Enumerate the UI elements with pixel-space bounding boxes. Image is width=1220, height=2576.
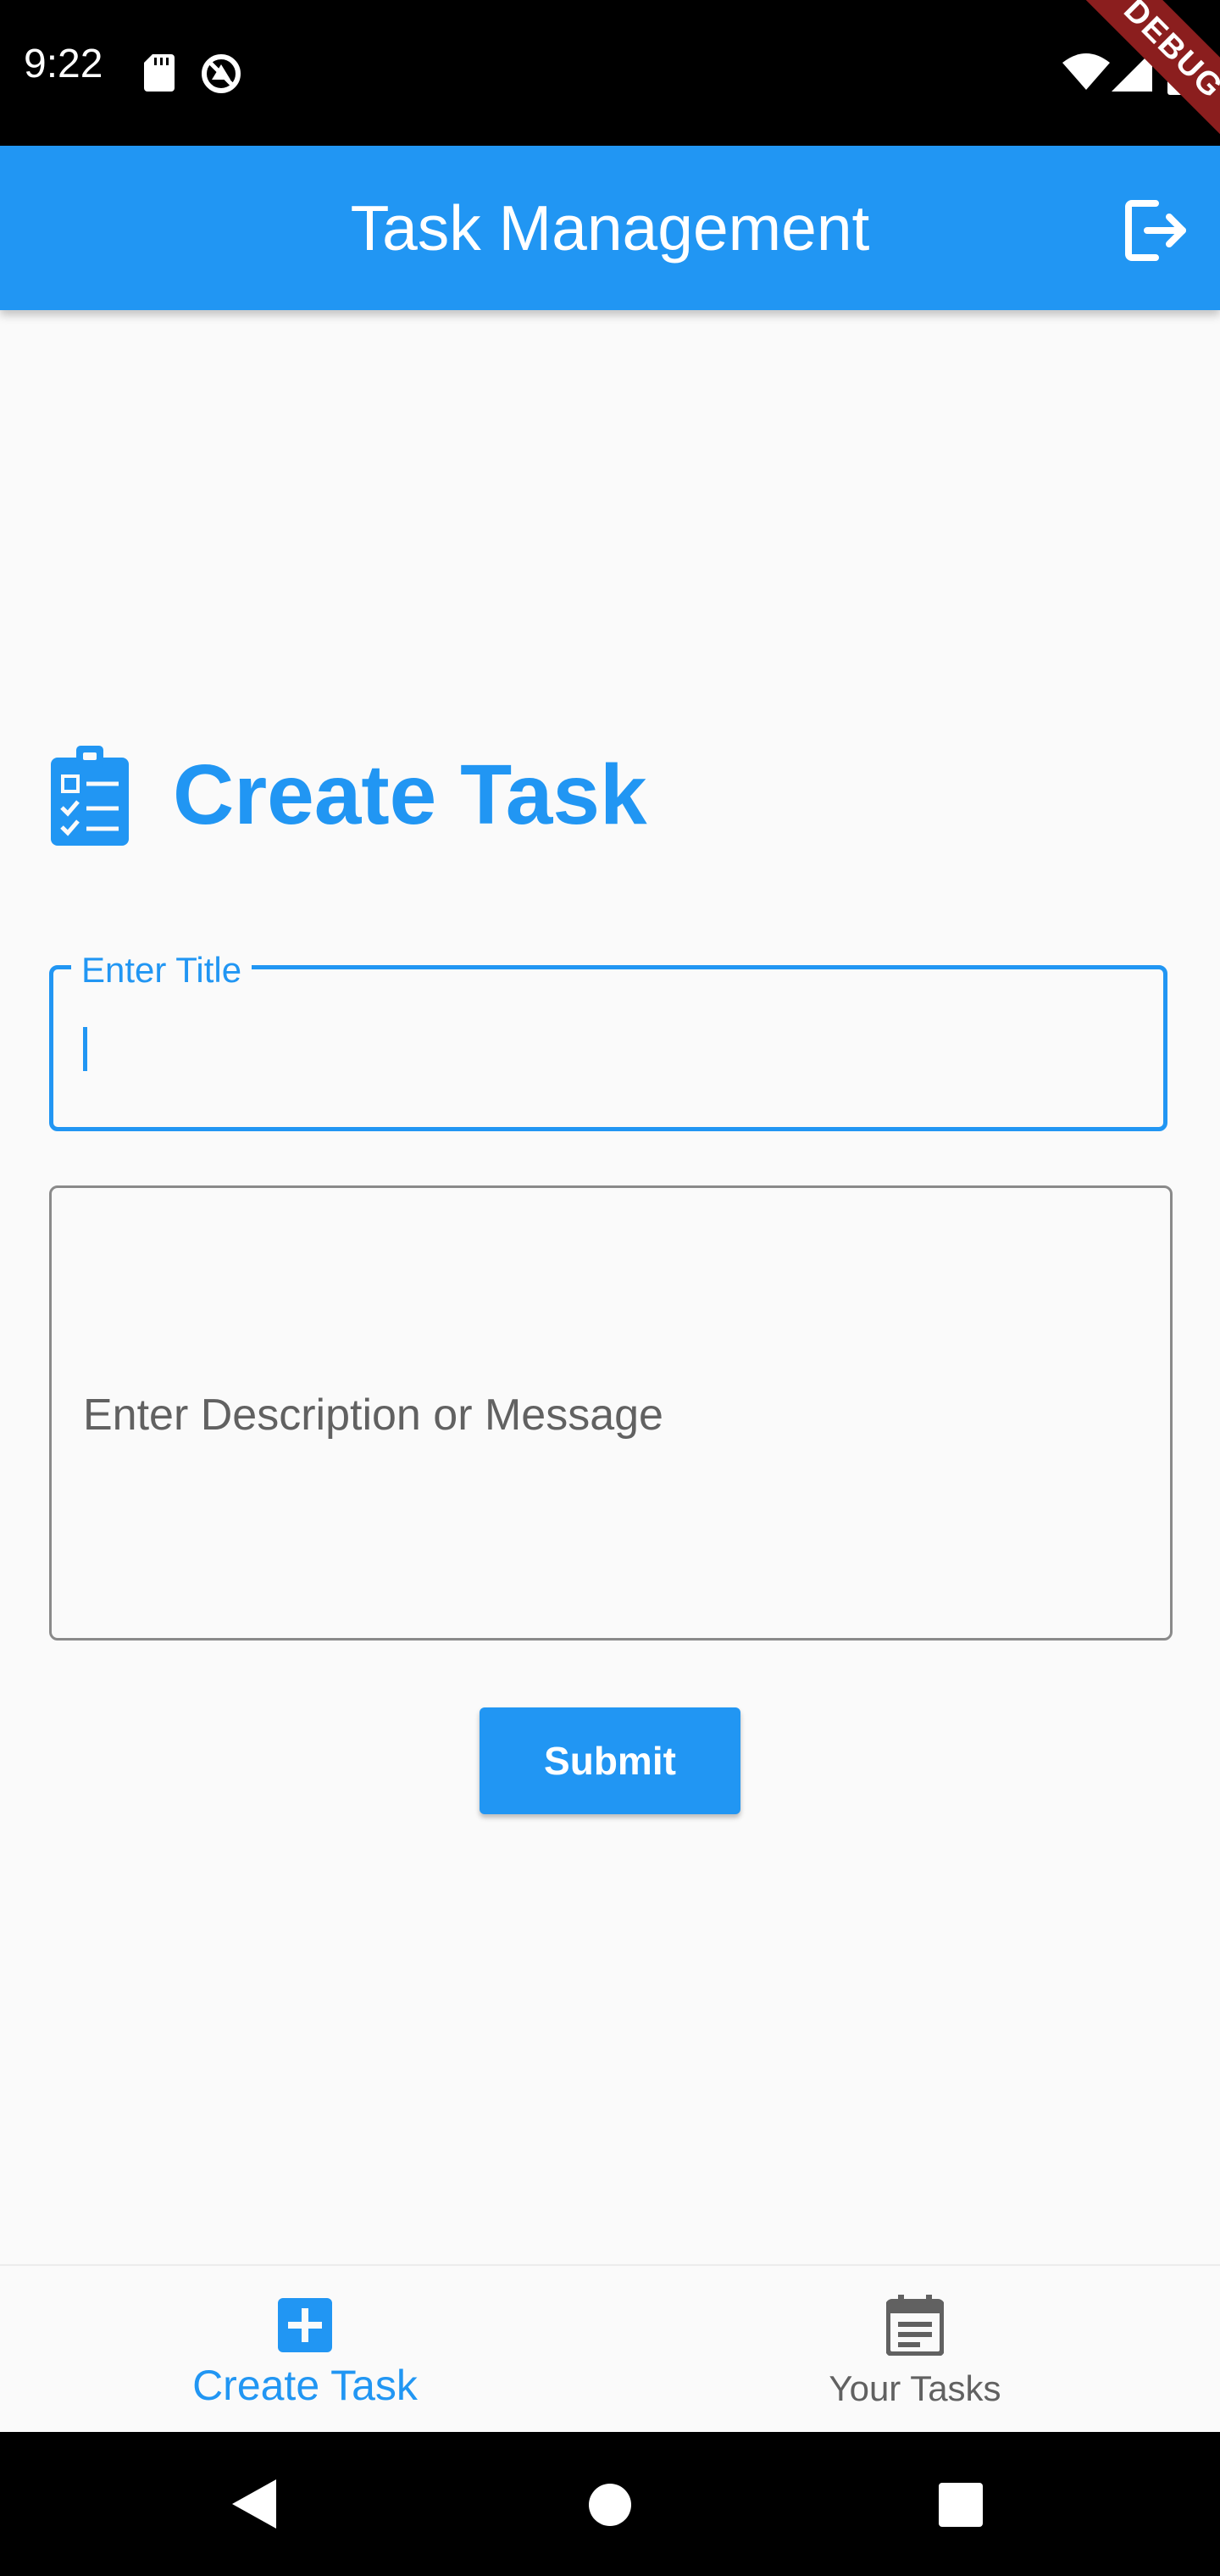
system-navigation-bar [0, 2432, 1220, 2576]
sd-card-icon [144, 54, 175, 92]
recents-icon[interactable] [939, 2483, 983, 2527]
back-icon[interactable] [232, 2479, 276, 2529]
description-placeholder: Enter Description or Message [83, 1391, 663, 1440]
status-time: 9:22 [24, 42, 103, 86]
add-box-icon [278, 2298, 332, 2352]
wifi-icon [1062, 53, 1110, 90]
bottom-navigation: Create Task Your Tasks [0, 2264, 1220, 2434]
nav-item-your-tasks[interactable]: Your Tasks [610, 2266, 1220, 2434]
title-input-label: Enter Title [71, 949, 252, 991]
logout-button[interactable] [1122, 197, 1190, 264]
app-title: Task Management [350, 192, 870, 264]
nav-label-your-tasks: Your Tasks [829, 2368, 1001, 2408]
text-cursor [83, 1027, 87, 1071]
sync-icon [202, 54, 241, 93]
home-icon[interactable] [588, 2483, 632, 2527]
submit-button[interactable]: Submit [480, 1707, 740, 1814]
status-bar: 9:22 [0, 0, 1220, 146]
logout-icon [1125, 200, 1186, 261]
page-title: Create Task [173, 747, 647, 842]
app-bar: Task Management [0, 146, 1220, 310]
nav-item-create-task[interactable]: Create Task [0, 2266, 610, 2434]
nav-label-create-task: Create Task [192, 2362, 418, 2409]
clipboard-checklist-icon [51, 746, 129, 846]
calendar-note-icon [886, 2295, 944, 2356]
